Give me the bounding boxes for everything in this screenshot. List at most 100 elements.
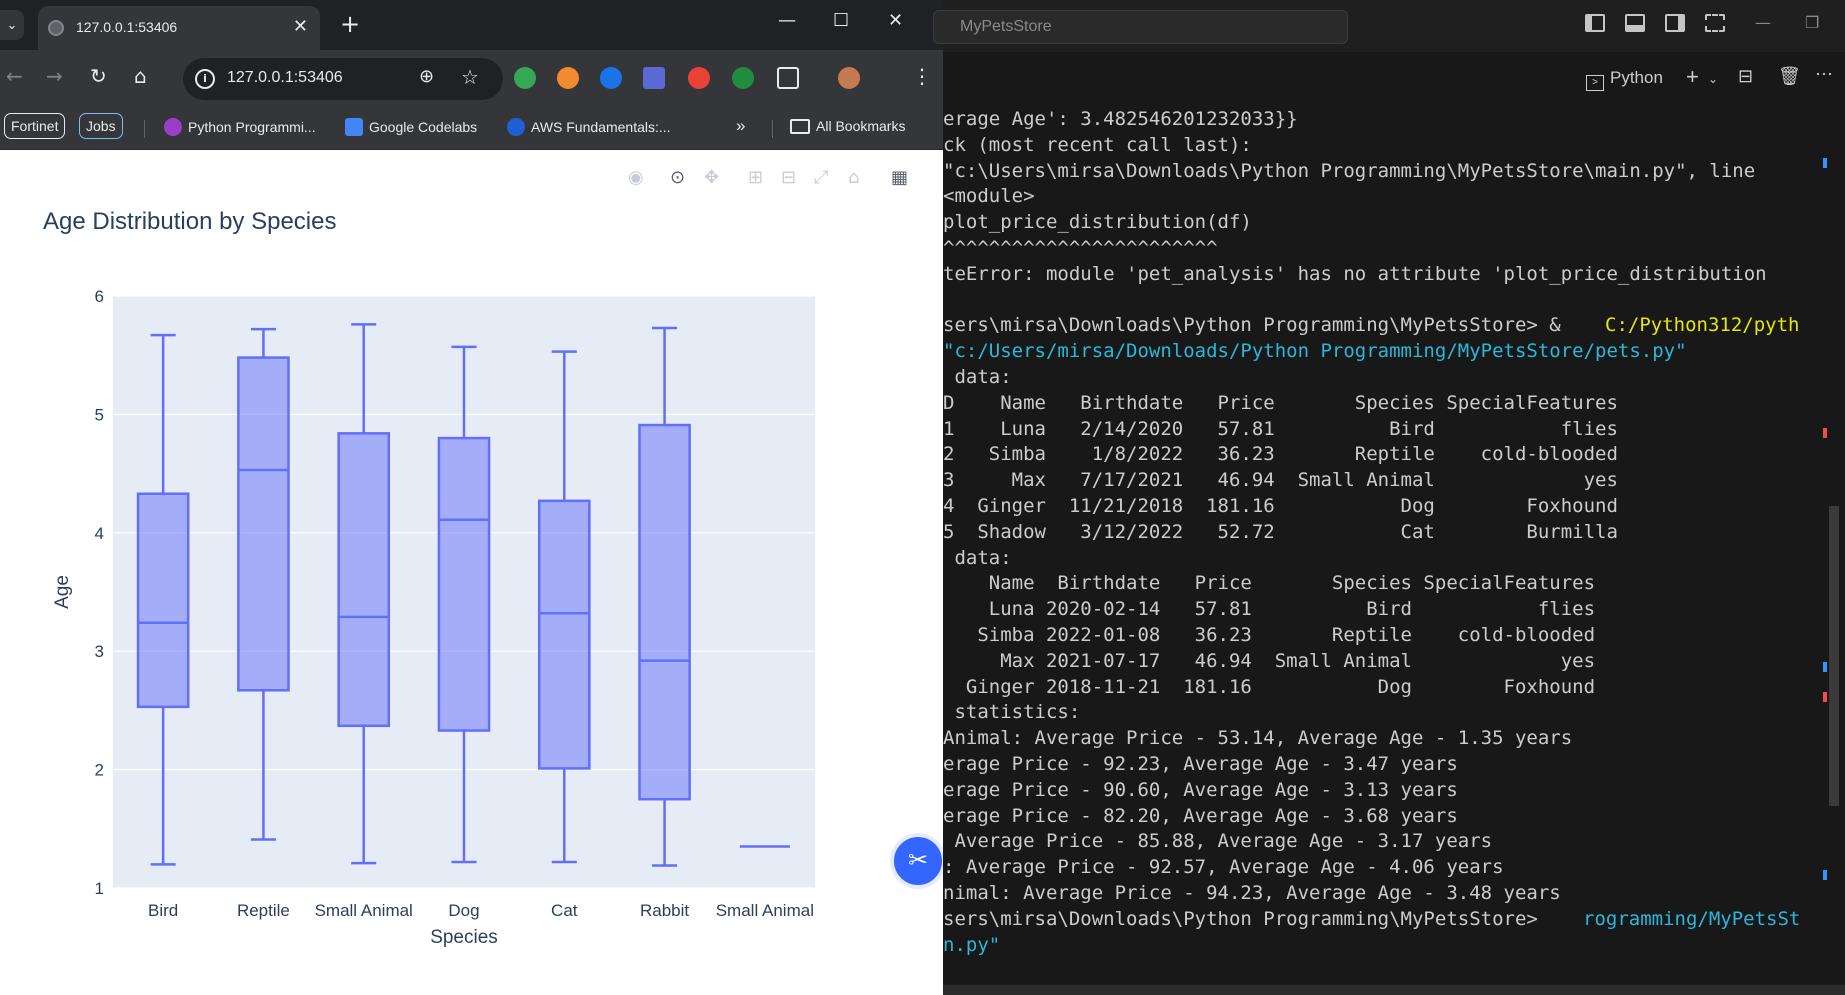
profile-avatar[interactable]	[838, 67, 860, 89]
screenshot-tool-button[interactable]: ✂	[890, 833, 946, 889]
terminal-line: sers\mirsa\Downloads\Python Programming\…	[943, 907, 1550, 930]
scroll-marker	[1823, 158, 1827, 168]
bookmark-star-icon[interactable]: ☆	[461, 65, 479, 89]
all-bookmarks-button[interactable]: All Bookmarks	[790, 118, 905, 134]
bookmark-jobs[interactable]: Jobs	[79, 113, 123, 139]
close-window-button[interactable]: ✕	[888, 10, 903, 31]
y-tick-label: 1	[95, 879, 104, 898]
bookmark-aws-fundamentals[interactable]: AWS Fundamentals:...	[507, 118, 671, 136]
y-tick-label: 2	[95, 761, 104, 780]
terminal-line: n.py"	[943, 933, 1001, 956]
new-tab-button[interactable]: +	[340, 10, 360, 38]
box-body	[537, 499, 591, 770]
toggle-sidebar-icon[interactable]	[1585, 14, 1605, 32]
more-actions-icon[interactable]: ⋯	[1815, 64, 1833, 85]
bookmark-google-codelabs[interactable]: Google Codelabs	[345, 118, 477, 136]
coursera-icon	[507, 118, 525, 136]
x-axis-label: Species	[430, 927, 498, 948]
terminal-line: Average Price - 85.88, Average Age - 3.1…	[943, 830, 1493, 853]
tab-title: 127.0.0.1:53406	[76, 19, 178, 35]
terminal-line: statistics:	[943, 701, 1081, 724]
terminal-line: 2 Simba 1/8/2022 36.23 Reptile cold-bloo…	[943, 443, 1618, 466]
tab-search-button[interactable]: ⌄	[0, 10, 24, 40]
zoom-icon[interactable]: ⊕	[419, 66, 434, 87]
reload-button[interactable]: ↻	[90, 64, 107, 88]
gem-extension-icon[interactable]	[600, 67, 622, 89]
box-body	[237, 356, 290, 692]
terminal-shell-label: Python	[1610, 68, 1663, 87]
box-body	[337, 432, 391, 728]
terminal-line: plot_price_distribution(df)	[943, 211, 1252, 234]
codelabs-icon	[345, 118, 363, 136]
box-body	[638, 423, 691, 801]
terminal-line: "c:\Users\mirsa\Downloads\Python Program…	[943, 159, 1756, 182]
extension-icon[interactable]	[557, 67, 579, 89]
terminal-line: D Name Birthdate Price Species SpecialFe…	[943, 391, 1618, 414]
grammarly-extension-icon[interactable]	[514, 67, 536, 89]
bookmark-fortinet[interactable]: Fortinet	[4, 113, 66, 139]
chevron-down-icon[interactable]: ⌄	[1708, 72, 1718, 86]
command-center-search[interactable]: MyPetsStore	[933, 10, 1348, 44]
terminal-line: : Average Price - 92.57, Average Age - 4…	[943, 856, 1504, 879]
x-tick-labels: Bird Reptile Small Animal Dog Cat Rabbit Small…	[148, 901, 814, 920]
terminal-line: <module>	[943, 185, 1035, 208]
all-bookmarks-label: All Bookmarks	[816, 118, 906, 134]
y-tick-label: 5	[95, 405, 104, 424]
terminal-line: erage Price - 82.20, Average Age - 3.68 …	[943, 804, 1458, 827]
x-tick-label: Dog	[448, 901, 479, 920]
new-terminal-button[interactable]: +	[1686, 64, 1699, 90]
browser-window: ⌄ 127.0.0.1:53406 ✕ + — ☐ ✕ ← → ↻ ⌂ i 12…	[0, 0, 946, 995]
minimize-button[interactable]: —	[1755, 13, 1771, 32]
terminal-instance-tab[interactable]: > Python	[1586, 68, 1663, 91]
y-axis-label: Age	[52, 575, 73, 609]
page-content: ◉ ⊙ ✥ ⊞ ⊟ ⤢ ⌂ ▦ Age Distribution by Spec…	[0, 150, 946, 995]
vscode-terminal-window: MyPetsStore — ❐ > Python + ⌄ ⊟ 🗑 ⋯ erage …	[933, 0, 1845, 995]
x-tick-label: Small Animal	[716, 901, 814, 920]
scrollbar-thumb[interactable]	[1829, 506, 1839, 806]
terminal-scrollbar[interactable]	[1823, 106, 1845, 986]
scroll-marker	[1823, 870, 1827, 880]
terminal-line: 4 Ginger 11/21/2018 181.16 Dog Foxhound	[943, 495, 1618, 517]
split-terminal-icon[interactable]: ⊟	[1738, 66, 1753, 87]
shield-extension-icon[interactable]	[732, 67, 754, 89]
bookmark-favicon-icon	[164, 118, 182, 136]
trash-icon[interactable]: 🗑	[1778, 66, 1801, 87]
url-text[interactable]: 127.0.0.1:53406	[227, 69, 343, 87]
back-button[interactable]: ←	[6, 64, 23, 88]
scroll-marker	[1823, 692, 1827, 702]
vscode-titlebar: MyPetsStore — ❐	[933, 0, 1845, 52]
terminal-line: data:	[943, 546, 1012, 569]
bookmark-divider	[144, 120, 145, 138]
minimize-button[interactable]: —	[778, 10, 796, 31]
terminal-line: 5 Shadow 3/12/2022 52.72 Cat Burmilla	[943, 520, 1618, 543]
terminal-line: "c:/Users/mirsa/Downloads/Python Program…	[943, 340, 1687, 363]
extensions-puzzle-icon[interactable]	[777, 67, 799, 89]
maximize-button[interactable]: ☐	[833, 10, 849, 31]
globe-icon	[48, 20, 64, 36]
address-bar[interactable]: i 127.0.0.1:53406 ⊕ ☆	[183, 58, 503, 100]
terminal-line: erage Price - 90.60, Average Age - 3.13 …	[943, 778, 1458, 801]
terminal-output[interactable]: erage Age': 3.482546201232033}} ck (most …	[943, 106, 1823, 986]
restore-button[interactable]: ❐	[1805, 13, 1819, 32]
bookmark-python-programming[interactable]: Python Programmi...	[164, 118, 316, 136]
terminal-line: Luna 2020-02-14 57.81 Bird flies	[943, 598, 1596, 621]
extension-icon[interactable]	[643, 67, 665, 89]
home-button[interactable]: ⌂	[134, 64, 147, 88]
browser-menu-icon[interactable]: ⋮	[912, 64, 932, 88]
terminal-line: Name Birthdate Price Species SpecialFeat…	[943, 572, 1596, 595]
x-tick-label: Rabbit	[640, 901, 689, 920]
bookmarks-overflow-button[interactable]: »	[736, 116, 745, 136]
y-tick-label: 3	[95, 642, 104, 661]
customize-layout-icon[interactable]	[1705, 14, 1725, 32]
site-info-icon[interactable]: i	[195, 69, 215, 89]
block-extension-icon[interactable]	[688, 67, 710, 89]
close-tab-icon[interactable]: ✕	[293, 16, 308, 37]
scroll-marker	[1823, 662, 1827, 672]
toggle-secondary-sidebar-icon[interactable]	[1665, 14, 1685, 32]
forward-button[interactable]: →	[46, 64, 63, 88]
browser-tab[interactable]: 127.0.0.1:53406 ✕	[38, 6, 320, 50]
terminal-panel-header: > Python + ⌄ ⊟ 🗑 ⋯	[943, 52, 1845, 106]
script-path-text: rogramming/MyPetsSt	[1583, 907, 1801, 930]
tab-strip: ⌄ 127.0.0.1:53406 ✕ + — ☐ ✕	[0, 0, 943, 50]
toggle-panel-icon[interactable]	[1625, 14, 1645, 32]
